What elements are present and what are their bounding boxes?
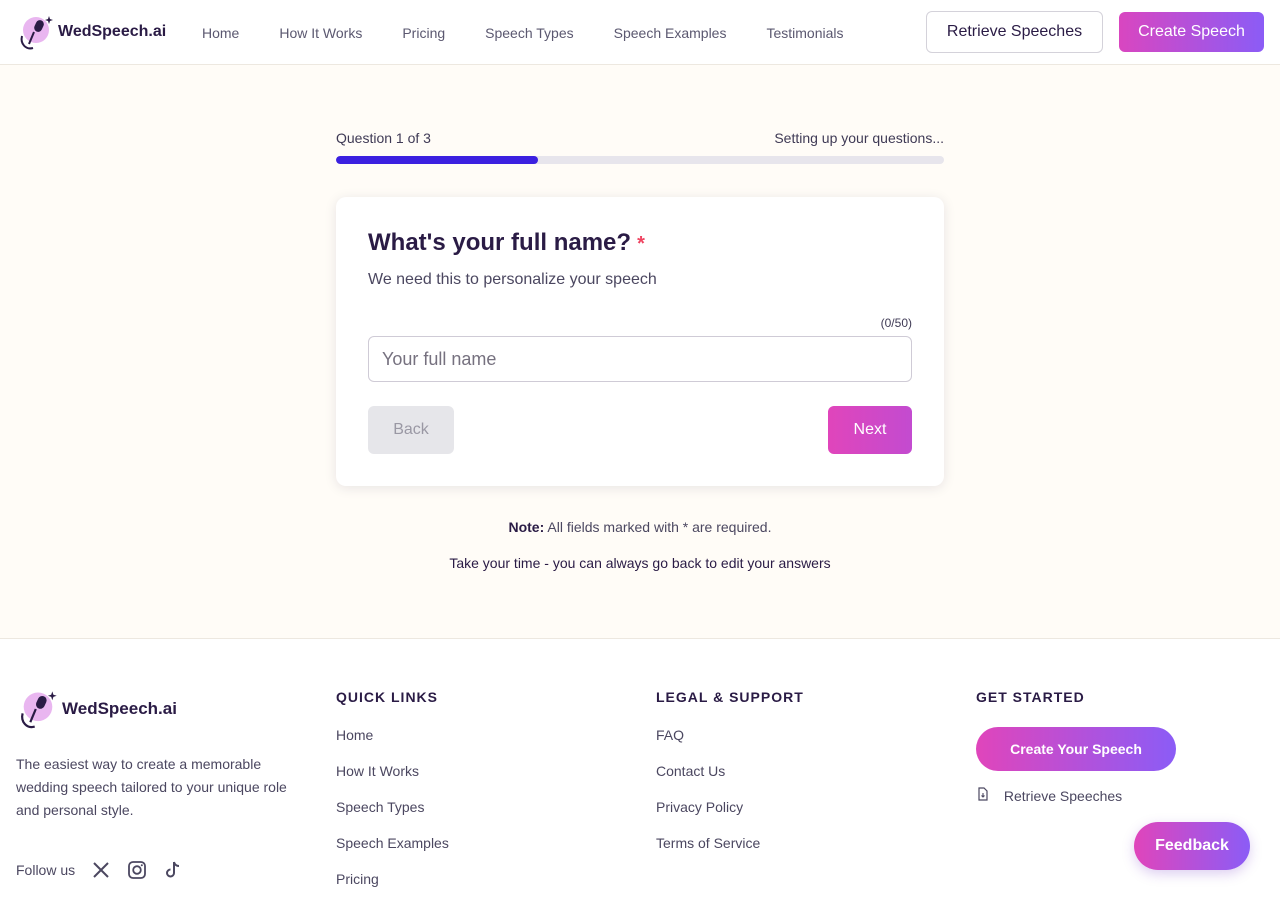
footer-logo[interactable]: WedSpeech.ai (16, 687, 177, 731)
next-button[interactable]: Next (828, 406, 912, 454)
required-marker: * (637, 233, 645, 255)
progress-labels: Question 1 of 3 Setting up your question… (336, 130, 944, 146)
x-icon[interactable] (91, 860, 111, 880)
nav-home[interactable]: Home (202, 25, 239, 41)
footer-link-speech-types[interactable]: Speech Types (336, 799, 449, 816)
quick-links-heading: QUICK LINKS (336, 689, 438, 705)
nav-speech-examples[interactable]: Speech Examples (614, 25, 727, 41)
footer-link-faq[interactable]: FAQ (656, 727, 804, 744)
follow-us: Follow us (16, 860, 183, 880)
back-button[interactable]: Back (368, 406, 454, 454)
full-name-input[interactable] (368, 336, 912, 382)
feedback-button[interactable]: Feedback (1134, 822, 1250, 870)
nav-how-it-works[interactable]: How It Works (279, 25, 362, 41)
quick-links: QUICK LINKS Home How It Works Speech Typ… (336, 689, 449, 900)
footer-link-speech-examples[interactable]: Speech Examples (336, 835, 449, 852)
legal-support: LEGAL & SUPPORT FAQ Contact Us Privacy P… (656, 689, 804, 871)
get-started: GET STARTED Create Your Speech Retrieve … (976, 689, 1176, 823)
footer-retrieve-speeches-link[interactable]: Retrieve Speeches (976, 787, 1176, 804)
nav-testimonials[interactable]: Testimonials (766, 25, 843, 41)
question-title-text: What's your full name? (368, 229, 632, 256)
footer-link-privacy[interactable]: Privacy Policy (656, 799, 804, 816)
tiktok-icon[interactable] (163, 860, 183, 880)
question-title: What's your full name? * (368, 229, 645, 257)
document-icon (978, 787, 988, 801)
footer-link-pricing[interactable]: Pricing (336, 871, 449, 888)
main-nav: Home How It Works Pricing Speech Types S… (202, 0, 884, 65)
brand-logo[interactable]: WedSpeech.ai (16, 12, 166, 52)
progress-bar (336, 156, 944, 164)
microphone-logo-icon (20, 16, 53, 50)
follow-label: Follow us (16, 862, 76, 878)
microphone-logo-icon (21, 691, 57, 729)
progress-step-label: Question 1 of 3 (336, 130, 431, 146)
progress-bar-fill (336, 156, 539, 164)
character-count: (0/50) (880, 316, 912, 330)
progress-status: Setting up your questions... (774, 130, 944, 146)
site-header: WedSpeech.ai Home How It Works Pricing S… (0, 0, 1280, 65)
create-speech-button[interactable]: Create Speech (1119, 12, 1264, 52)
footer-retrieve-label: Retrieve Speeches (1003, 788, 1123, 804)
question-card: What's your full name? * We need this to … (336, 197, 944, 486)
footer-link-terms[interactable]: Terms of Service (656, 835, 804, 852)
brand-name: WedSpeech.ai (58, 23, 167, 40)
footer-description: The easiest way to create a memorable we… (16, 756, 287, 818)
nav-pricing[interactable]: Pricing (402, 25, 445, 41)
legal-heading: LEGAL & SUPPORT (656, 689, 804, 705)
footer-link-home[interactable]: Home (336, 727, 449, 744)
footer-link-how-it-works[interactable]: How It Works (336, 763, 449, 780)
instagram-icon[interactable] (127, 860, 147, 880)
site-footer: WedSpeech.ai The easiest way to create a… (0, 638, 1280, 900)
required-note: Note: All fields marked with * are requi… (0, 519, 1280, 535)
edit-tip: Take your time - you can always go back … (449, 555, 831, 571)
footer-link-contact[interactable]: Contact Us (656, 763, 804, 780)
create-your-speech-button[interactable]: Create Your Speech (976, 727, 1176, 771)
note-prefix: Note: (508, 519, 545, 535)
note-text: All fields marked with * are required. (547, 519, 772, 535)
question-subtitle: We need this to personalize your speech (368, 271, 657, 288)
nav-speech-types[interactable]: Speech Types (485, 25, 573, 41)
retrieve-speeches-button[interactable]: Retrieve Speeches (926, 11, 1103, 53)
footer-brand-name: WedSpeech.ai (62, 699, 177, 718)
get-started-heading: GET STARTED (976, 689, 1085, 705)
